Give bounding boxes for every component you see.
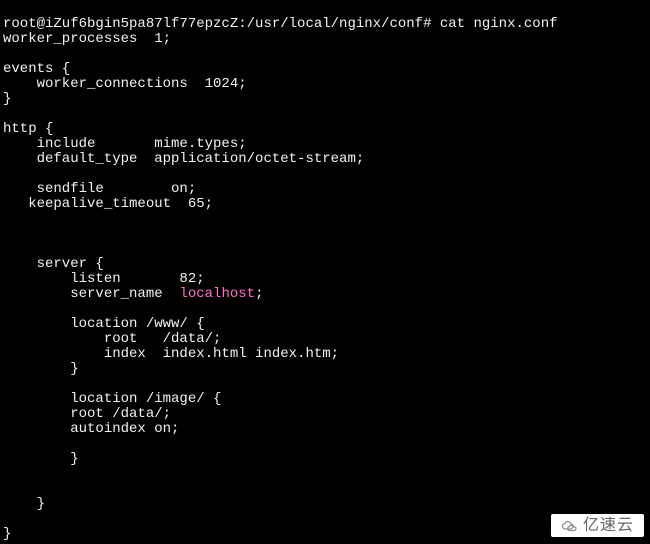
config-line: sendfile on; [3, 181, 196, 197]
config-line: worker_connections 1024; [3, 76, 247, 92]
config-line: root /data/; [3, 331, 221, 347]
config-line: include mime.types; [3, 136, 247, 152]
watermark-badge: 亿速云 [551, 514, 644, 537]
shell-command: cat nginx.conf [440, 16, 558, 32]
config-line: location /image/ { [3, 391, 221, 407]
config-line: root /data/; [3, 406, 171, 422]
config-line: default_type application/octet-stream; [3, 151, 364, 167]
config-line: index index.html index.htm; [3, 346, 339, 362]
server-name-suffix: ; [255, 286, 263, 302]
config-line: http { [3, 121, 53, 137]
config-line: } [3, 361, 79, 377]
config-line: } [3, 91, 11, 107]
config-line: } [3, 496, 45, 512]
config-line: server { [3, 256, 104, 272]
prompt-line: root@iZuf6bgin5pa87lf77epzcZ:/usr/local/… [3, 16, 558, 32]
config-line: location /www/ { [3, 316, 205, 332]
config-line: keepalive_timeout 65; [3, 196, 213, 212]
shell-prompt: root@iZuf6bgin5pa87lf77epzcZ:/usr/local/… [3, 16, 440, 32]
server-name-prefix: server_name [3, 286, 179, 302]
config-line: } [3, 526, 11, 542]
server-name-value: localhost [179, 286, 255, 302]
watermark-text: 亿速云 [583, 518, 634, 533]
config-line: autoindex on; [3, 421, 179, 437]
config-line: listen 82; [3, 271, 205, 287]
server-name-line: server_name localhost; [3, 286, 263, 302]
terminal-output: root@iZuf6bgin5pa87lf77epzcZ:/usr/local/… [0, 0, 650, 544]
config-line: worker_processes 1; [3, 31, 171, 47]
config-line: events { [3, 61, 70, 77]
cloud-logo-icon [561, 520, 579, 532]
config-line: } [3, 451, 79, 467]
